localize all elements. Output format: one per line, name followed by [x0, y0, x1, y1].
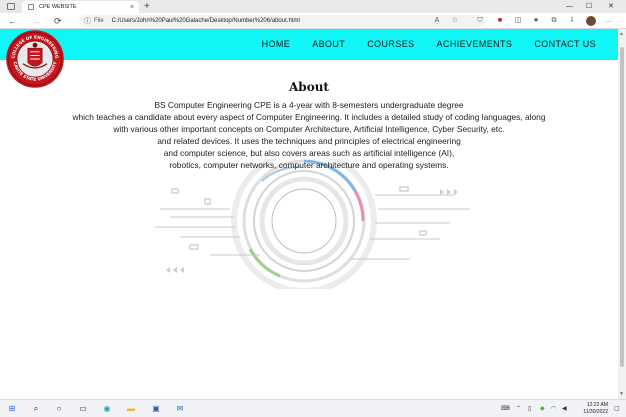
- scrollbar-thumb[interactable]: [620, 47, 624, 367]
- extension-icon[interactable]: ■: [495, 16, 505, 26]
- maximize-icon[interactable]: ☐: [586, 0, 592, 13]
- about-description: BS Computer Engineering CPE is a 4-year …: [0, 99, 618, 171]
- about-line: BS Computer Engineering CPE is a 4-year …: [154, 100, 464, 110]
- tab-title: CPE WEBSITE: [39, 4, 77, 10]
- mail-icon[interactable]: ✉: [174, 403, 186, 415]
- profile-avatar[interactable]: [586, 16, 596, 26]
- file-explorer-icon[interactable]: ▬: [125, 403, 137, 415]
- chevron-up-icon[interactable]: ⌃: [516, 405, 521, 412]
- split-screen-icon[interactable]: ◫: [513, 16, 523, 26]
- page-favicon-icon: [28, 4, 34, 10]
- nav-contact-link[interactable]: CONTACT US: [534, 39, 596, 49]
- taskbar: ⊞ ⌕ ○ ▭ ◉ ▬ ▣ ✉ ⌨ ⌃ ▯ ◆ ◠ ◀ 12:22 AM 11/…: [0, 399, 626, 417]
- about-line: and computer science, but also covers ar…: [163, 148, 455, 158]
- task-view-icon[interactable]: ○: [53, 403, 65, 415]
- nav-about-link[interactable]: ABOUT: [312, 39, 345, 49]
- page-scrollbar[interactable]: ▲ ▼: [618, 29, 626, 399]
- reload-icon[interactable]: ⟳: [54, 15, 62, 27]
- wifi-icon[interactable]: ◠: [551, 405, 556, 412]
- url-text[interactable]: C:/Users/John%20Paul%20Galache/Desktop/N…: [112, 18, 300, 24]
- nav-courses-link[interactable]: COURSES: [367, 39, 414, 49]
- about-line: robotics, computer networks, computer ar…: [169, 160, 449, 170]
- volume-icon[interactable]: ◀: [562, 405, 567, 412]
- notification-icon[interactable]: ▢: [614, 405, 620, 412]
- main-nav: HOME ABOUT COURSES ACHIEVEMENTS CONTACT …: [240, 39, 596, 49]
- more-options-icon[interactable]: …: [604, 16, 614, 26]
- college-logo: COLLEGE OF ENGINEERING CAVITE STATE UNIV…: [6, 30, 64, 88]
- file-label: File: [94, 18, 104, 24]
- tab-actions-icon[interactable]: [7, 3, 15, 10]
- about-heading: About: [289, 80, 329, 94]
- clock-date: 11/30/2022: [583, 409, 608, 415]
- page-viewport: HOME ABOUT COURSES ACHIEVEMENTS CONTACT …: [0, 29, 618, 399]
- windows-icon[interactable]: ⊞: [6, 403, 18, 415]
- about-line: with various other important concepts on…: [113, 124, 505, 134]
- store-icon[interactable]: ▣: [150, 403, 162, 415]
- back-icon[interactable]: ←: [8, 15, 17, 27]
- favorites-add-icon[interactable]: ☆: [450, 16, 460, 26]
- new-tab-button[interactable]: +: [144, 1, 150, 12]
- search-icon[interactable]: ⌕: [30, 403, 42, 415]
- scroll-down-icon[interactable]: ▼: [619, 391, 624, 397]
- site-info-icon[interactable]: ⓘ: [84, 16, 91, 26]
- about-line: which teaches a candidate about every as…: [72, 112, 546, 122]
- collections-icon[interactable]: ⧉: [549, 16, 559, 26]
- address-toolbar: ← → ⟳ ⓘ File C:/Users/John%20Paul%20Gala…: [0, 13, 626, 29]
- browser-tab-bar: CPE WEBSITE × + — ☐ ✕: [0, 0, 626, 13]
- nvidia-icon[interactable]: ◆: [540, 405, 545, 412]
- tech-circle-illustration: [155, 159, 470, 289]
- clock[interactable]: 12:22 AM 11/30/2022: [583, 402, 608, 416]
- read-aloud-icon[interactable]: A: [432, 16, 442, 26]
- site-header: HOME ABOUT COURSES ACHIEVEMENTS CONTACT …: [0, 29, 618, 60]
- clock-time: 12:22 AM: [586, 402, 608, 408]
- shield-icon[interactable]: ⛉: [475, 16, 485, 26]
- downloads-icon[interactable]: ⇩: [567, 16, 577, 26]
- keyboard-icon[interactable]: ⌨: [501, 405, 510, 412]
- edge-icon[interactable]: ◉: [101, 403, 113, 415]
- nav-achievements-link[interactable]: ACHIEVEMENTS: [437, 39, 513, 49]
- favorites-icon[interactable]: ★: [531, 16, 541, 26]
- browser-tab[interactable]: CPE WEBSITE ×: [22, 1, 139, 13]
- about-line: and related devices. It uses the techniq…: [157, 136, 461, 146]
- tab-close-icon[interactable]: ×: [130, 4, 134, 11]
- widgets-icon[interactable]: ▭: [77, 403, 89, 415]
- forward-icon[interactable]: →: [32, 15, 41, 27]
- nav-home-link[interactable]: HOME: [262, 39, 291, 49]
- scroll-up-icon[interactable]: ▲: [619, 31, 624, 37]
- close-window-icon[interactable]: ✕: [608, 0, 614, 13]
- tray-app-icon[interactable]: ▯: [528, 405, 531, 412]
- address-bar[interactable]: ⓘ File C:/Users/John%20Paul%20Galache/De…: [79, 15, 485, 27]
- minimize-icon[interactable]: —: [566, 0, 573, 13]
